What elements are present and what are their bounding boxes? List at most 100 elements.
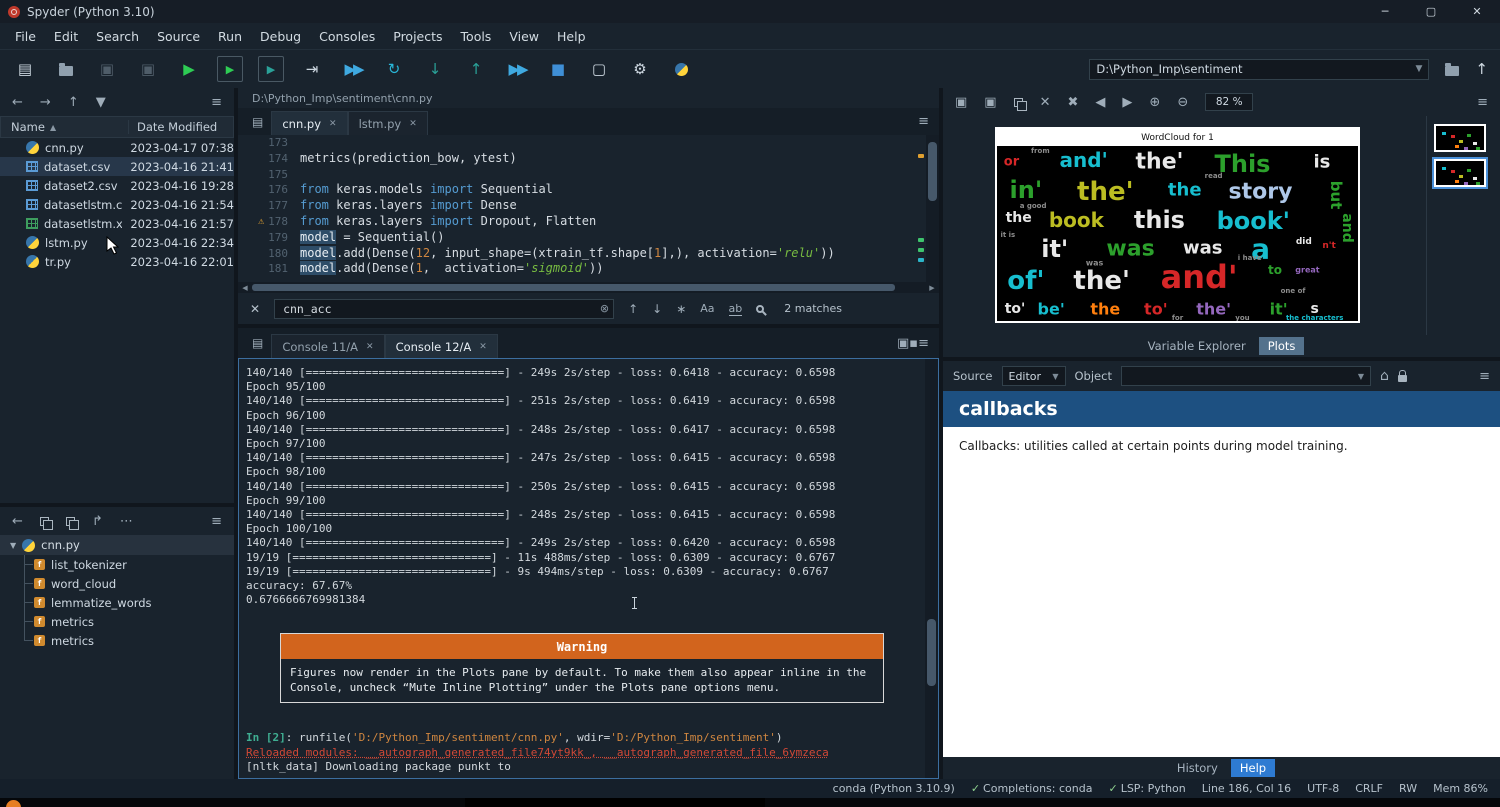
maximize-pane-icon[interactable]: ▢ xyxy=(586,56,612,82)
python-env-icon[interactable] xyxy=(668,56,694,82)
close-tab-icon[interactable]: ✕ xyxy=(479,342,487,352)
outline-item-lemmatize_words[interactable]: flemmatize_words xyxy=(34,593,234,612)
back-icon[interactable]: ← xyxy=(12,95,23,110)
save-plot-icon[interactable]: ▣ xyxy=(955,95,967,110)
save-all-plots-icon[interactable]: ▣ xyxy=(984,95,996,110)
find-previous-icon[interactable]: ↑ xyxy=(628,302,638,316)
open-file-icon[interactable] xyxy=(53,56,79,82)
editor-hscrollbar[interactable]: ◀ ▶ xyxy=(238,282,939,293)
find-next-icon[interactable]: ↓ xyxy=(652,302,662,316)
lock-icon[interactable] xyxy=(1398,375,1407,382)
browse-tabs-icon[interactable]: ▤ xyxy=(244,115,271,129)
interrupt-kernel-icon[interactable]: ▪ xyxy=(909,336,918,351)
remove-plot-icon[interactable]: ✕ xyxy=(1040,95,1051,110)
clear-find-icon[interactable]: ⊗ xyxy=(600,302,609,315)
outline-item-list_tokenizer[interactable]: flist_tokenizer xyxy=(34,555,234,574)
outline-item-metrics[interactable]: fmetrics xyxy=(34,631,234,650)
editor-tab-lstm.py[interactable]: lstm.py✕ xyxy=(348,111,428,135)
wordcloud-figure[interactable]: WordCloud for 1 orfromand'the'Thisisread… xyxy=(995,127,1360,323)
match-case-icon[interactable]: Aa xyxy=(700,302,714,315)
tab-plots[interactable]: Plots xyxy=(1259,337,1305,355)
preferences-icon[interactable]: ⚙ xyxy=(627,56,653,82)
rerun-cell-icon[interactable]: ▶▶ xyxy=(340,56,366,82)
home-icon[interactable]: ⌂ xyxy=(1380,368,1389,384)
console-tab-console-11-a[interactable]: Console 11/A✕ xyxy=(271,334,384,358)
whole-word-icon[interactable]: ab xyxy=(729,302,743,316)
file-row-cnn.py[interactable]: cnn.py2023-04-17 07:38 xyxy=(0,138,234,157)
menu-projects[interactable]: Projects xyxy=(384,25,451,48)
up-icon[interactable]: ↑ xyxy=(68,95,79,110)
menu-help[interactable]: Help xyxy=(548,25,595,48)
rerun-icon[interactable]: ↻ xyxy=(381,56,407,82)
minimize-button[interactable]: ─ xyxy=(1362,0,1408,23)
code-editor[interactable]: 173174metrics(prediction_bow, ytest)1751… xyxy=(238,135,939,282)
file-row-dataset.csv[interactable]: dataset.csv2023-04-16 21:41 xyxy=(0,157,234,176)
outline-root-item[interactable]: ▼ cnn.py xyxy=(0,535,234,555)
collapse-arrow-icon[interactable]: ▼ xyxy=(10,541,16,550)
find-input[interactable] xyxy=(274,299,614,319)
plot-thumbnail-2[interactable] xyxy=(1434,159,1486,187)
search-icon[interactable] xyxy=(756,305,764,313)
menu-edit[interactable]: Edit xyxy=(45,25,87,48)
save-all-icon[interactable]: ▣ xyxy=(135,56,161,82)
tab-history[interactable]: History xyxy=(1168,759,1227,777)
zoom-in-icon[interactable]: ⊕ xyxy=(1149,95,1160,110)
help-options-icon[interactable]: ≡ xyxy=(1479,369,1490,384)
outline-expand-icon[interactable] xyxy=(66,517,75,526)
run-cell-icon[interactable]: ▶ xyxy=(217,56,243,82)
console-copy-icon[interactable]: ▣ xyxy=(897,336,909,351)
close-tab-icon[interactable]: ✕ xyxy=(329,119,337,129)
menu-tools[interactable]: Tools xyxy=(452,25,501,48)
outline-options-icon[interactable]: ≡ xyxy=(211,514,222,529)
close-find-icon[interactable]: ✕ xyxy=(250,302,260,316)
outline-item-word_cloud[interactable]: fword_cloud xyxy=(34,574,234,593)
forward-icon[interactable]: → xyxy=(40,95,51,110)
column-name[interactable]: Name▲ xyxy=(1,120,129,134)
debug-continue-icon[interactable]: ▶▶ xyxy=(504,56,530,82)
scroll-left-icon[interactable]: ◀ xyxy=(238,284,252,292)
editor-vscrollbar[interactable] xyxy=(926,135,939,282)
console-vscrollbar[interactable] xyxy=(925,359,938,778)
editor-tab-cnn.py[interactable]: cnn.py✕ xyxy=(271,111,347,135)
files-options-icon[interactable]: ≡ xyxy=(211,95,222,110)
filter-icon[interactable]: ▼ xyxy=(96,95,106,110)
outline-item-metrics[interactable]: fmetrics xyxy=(34,612,234,631)
debug-return-icon[interactable]: ↑ xyxy=(463,56,489,82)
file-row-dataset2.csv[interactable]: dataset2.csv2023-04-16 19:28 xyxy=(0,176,234,195)
stop-icon[interactable]: ■ xyxy=(545,56,571,82)
remove-all-plots-icon[interactable]: ✖ xyxy=(1068,95,1079,110)
previous-plot-icon[interactable]: ◀ xyxy=(1095,95,1105,110)
close-button[interactable]: ✕ xyxy=(1454,0,1500,23)
copy-plot-icon[interactable] xyxy=(1014,98,1023,107)
plots-options-icon[interactable]: ≡ xyxy=(1477,95,1488,110)
working-directory-combo[interactable]: D:\Python_Imp\sentiment ▼ xyxy=(1089,59,1429,80)
outline-collapse-icon[interactable] xyxy=(40,517,49,526)
console-tab-console-12-a[interactable]: Console 12/A✕ xyxy=(385,334,498,358)
tab-variable-explorer[interactable]: Variable Explorer xyxy=(1139,337,1255,355)
console-output[interactable]: 140/140 [==============================]… xyxy=(238,358,939,779)
browse-directory-icon[interactable] xyxy=(1445,66,1459,76)
go-to-cursor-icon[interactable]: ↱ xyxy=(92,514,103,529)
plot-thumbnail-1[interactable] xyxy=(1434,124,1486,152)
console-options-icon[interactable]: ≡ xyxy=(918,336,939,351)
source-combo[interactable]: Editor▼ xyxy=(1002,366,1066,386)
new-file-icon[interactable]: ▤ xyxy=(12,56,38,82)
menu-view[interactable]: View xyxy=(500,25,548,48)
menu-file[interactable]: File xyxy=(6,25,45,48)
console-vscroll-thumb[interactable] xyxy=(927,619,936,686)
close-tab-icon[interactable]: ✕ xyxy=(366,342,374,352)
run-cell-advance-icon[interactable]: ▶ xyxy=(258,56,284,82)
file-row-datasetlstm.xlsx[interactable]: datasetlstm.xlsx2023-04-16 21:57 xyxy=(0,214,234,233)
menu-search[interactable]: Search xyxy=(87,25,148,48)
debug-step-icon[interactable]: ↓ xyxy=(422,56,448,82)
menu-consoles[interactable]: Consoles xyxy=(310,25,384,48)
column-date-modified[interactable]: Date Modified xyxy=(129,120,217,134)
scroll-right-icon[interactable]: ▶ xyxy=(925,284,939,292)
save-icon[interactable]: ▣ xyxy=(94,56,120,82)
menu-run[interactable]: Run xyxy=(209,25,251,48)
editor-options-icon[interactable]: ≡ xyxy=(918,114,939,129)
parent-directory-icon[interactable]: ↑ xyxy=(1475,60,1488,78)
regex-icon[interactable]: ∗ xyxy=(676,302,686,316)
file-row-datasetlstm.csv[interactable]: datasetlstm.csv2023-04-16 21:54 xyxy=(0,195,234,214)
menu-source[interactable]: Source xyxy=(148,25,209,48)
